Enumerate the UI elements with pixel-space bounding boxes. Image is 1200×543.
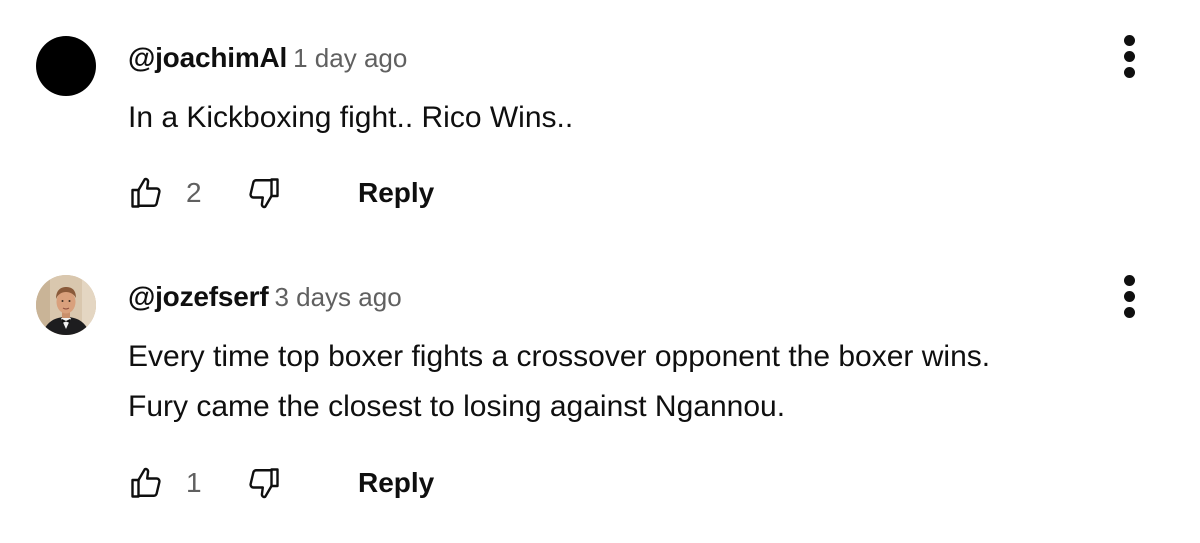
comment-text: In a Kickboxing fight.. Rico Wins.. xyxy=(128,93,1168,143)
like-count: 2 xyxy=(186,177,202,208)
comment-header: @joachimAl 1 day ago xyxy=(128,42,407,74)
dislike-button[interactable] xyxy=(246,175,282,211)
comment-actions: 2 Reply xyxy=(128,169,468,217)
action-menu-button[interactable] xyxy=(1122,35,1138,79)
comment-text-line: In a Kickboxing fight.. Rico Wins.. xyxy=(128,101,574,134)
comment-text-line: Fury came the closest to losing against … xyxy=(128,390,786,423)
reply-button[interactable]: Reply xyxy=(358,177,434,209)
more-vertical-icon xyxy=(1124,35,1135,46)
comment-thread-item: @joachimAl 1 day ago In a Kickboxing figh… xyxy=(0,0,1200,250)
comment-text-line: Every time top boxer fights a crossover … xyxy=(128,340,991,373)
avatar[interactable] xyxy=(36,275,96,335)
profile-photo xyxy=(36,275,96,335)
dislike-button[interactable] xyxy=(246,465,282,501)
more-vertical-icon xyxy=(1124,275,1135,286)
like-count: 1 xyxy=(186,467,202,498)
thumbs-down-icon xyxy=(249,468,279,499)
avatar[interactable] xyxy=(36,36,96,96)
reply-button[interactable]: Reply xyxy=(358,467,434,499)
like-button[interactable] xyxy=(128,175,164,211)
comment-text: Every time top boxer fights a crossover … xyxy=(128,332,1168,432)
like-button[interactable] xyxy=(128,465,164,501)
comment-author[interactable]: @jozefserf xyxy=(128,281,269,312)
comment-timestamp[interactable]: 3 days ago xyxy=(274,282,401,312)
comment-timestamp[interactable]: 1 day ago xyxy=(293,43,407,73)
comment-actions: 1 Reply xyxy=(128,459,468,507)
thumbs-up-icon xyxy=(131,177,161,208)
thumbs-down-icon xyxy=(249,178,279,209)
comment-header: @jozefserf 3 days ago xyxy=(128,281,402,313)
comment-thread-item: @jozefserf 3 days ago Every time top boxe… xyxy=(0,250,1200,543)
thumbs-up-icon xyxy=(131,467,161,498)
comment-author[interactable]: @joachimAl xyxy=(128,42,287,73)
action-menu-button[interactable] xyxy=(1122,275,1138,319)
